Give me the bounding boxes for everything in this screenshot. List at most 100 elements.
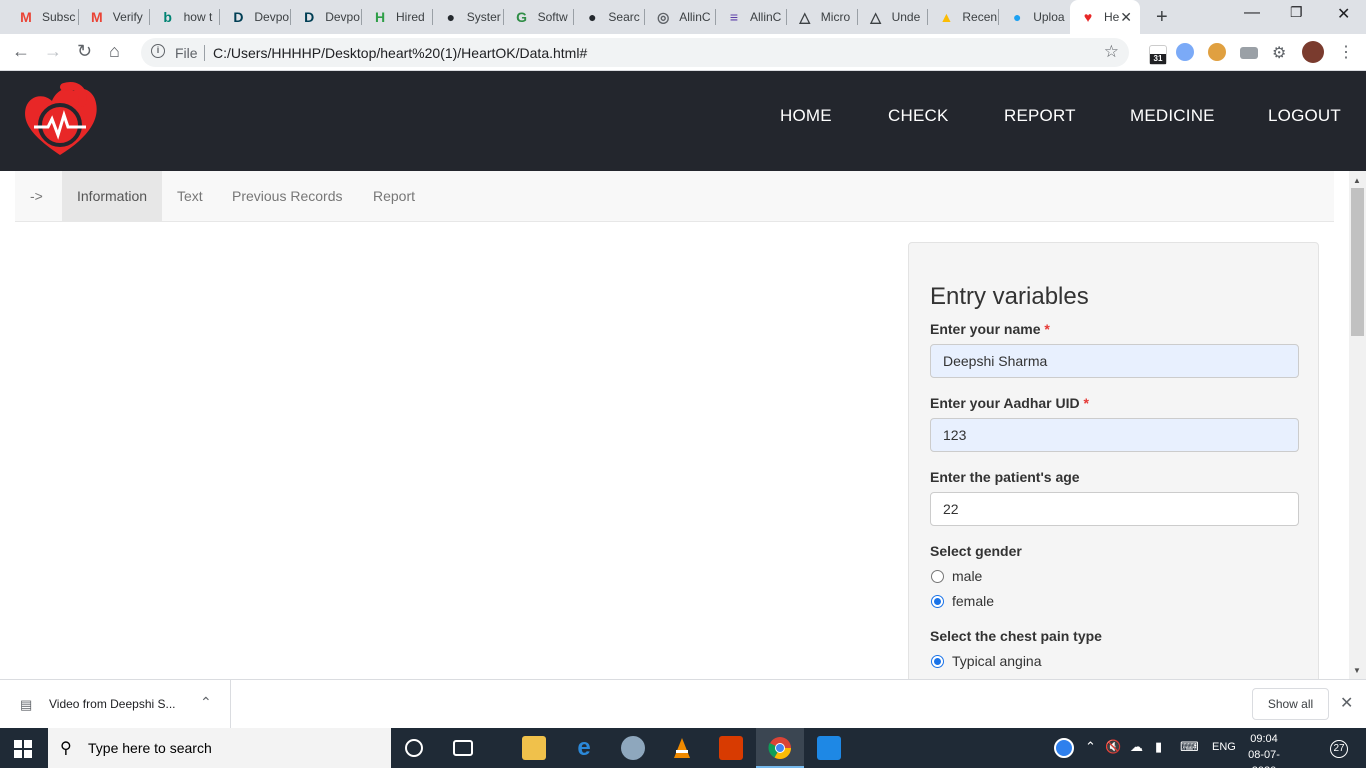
scrollbar-thumb[interactable]	[1351, 188, 1364, 336]
aadhar-uid-input[interactable]	[930, 418, 1299, 452]
windows-start-icon[interactable]	[14, 740, 32, 758]
browser-tab[interactable]: D Devpo	[220, 0, 292, 34]
vlc-icon[interactable]	[670, 736, 694, 760]
browser-tab[interactable]: b how t	[150, 0, 221, 34]
tab-previous-records[interactable]: Previous Records	[217, 171, 358, 221]
browser-tab[interactable]: △ Micro	[787, 0, 858, 34]
battery-icon[interactable]: ▮	[1155, 739, 1162, 755]
wps-office-icon[interactable]	[817, 736, 841, 760]
browser-tab[interactable]: M Subsc	[8, 0, 79, 34]
address-bar[interactable]: i File C:/Users/HHHHP/Desktop/heart%20(1…	[141, 38, 1129, 67]
site-info-icon[interactable]: i	[151, 44, 165, 58]
browser-tab-title: Subsc	[42, 10, 76, 24]
entry-variables-panel: Entry variables Enter your name * Enter …	[908, 242, 1319, 692]
nav-logout[interactable]: LOGOUT	[1268, 106, 1341, 126]
devpost-icon: D	[233, 9, 244, 25]
browser-tab-title: Searc	[608, 10, 640, 24]
browser-tab-title: Recen	[962, 10, 998, 24]
browser-tab[interactable]: ● Searc	[574, 0, 646, 34]
forward-icon[interactable]: →	[44, 41, 62, 62]
scroll-down-icon[interactable]: ▼	[1353, 666, 1361, 675]
nav-report[interactable]: REPORT	[1004, 106, 1076, 126]
gender-option-male[interactable]: male	[931, 568, 982, 584]
extensions-puzzle-icon[interactable]: ⚙	[1272, 43, 1290, 62]
cookie-extension-icon[interactable]	[1208, 43, 1226, 61]
download-item[interactable]: ▤ Video from Deepshi S... ⌃	[0, 680, 231, 728]
extension-globe-icon[interactable]	[1176, 43, 1194, 61]
task-view-icon[interactable]	[453, 740, 473, 756]
nav-check[interactable]: CHECK	[888, 106, 949, 126]
close-window-icon[interactable]: ✕	[1337, 4, 1350, 24]
bookmark-star-icon[interactable]: ☆	[1104, 42, 1119, 62]
chrome-menu-icon[interactable]: ⋮	[1338, 42, 1356, 61]
browser-tab[interactable]: H Hired	[362, 0, 433, 34]
cortana-icon[interactable]	[405, 739, 423, 757]
onedrive-icon[interactable]: ☁	[1130, 739, 1143, 755]
close-tab-icon[interactable]: ✕	[1120, 9, 1132, 26]
minimize-icon[interactable]: —	[1244, 4, 1260, 22]
edge-browser-icon[interactable]: e	[572, 736, 596, 760]
browser-tab[interactable]: ◎ AllinC	[645, 0, 716, 34]
chevron-up-icon[interactable]: ⌃	[200, 694, 212, 711]
tab-text[interactable]: Text	[162, 171, 218, 221]
url-text[interactable]: C:/Users/HHHHP/Desktop/heart%20(1)/Heart…	[213, 45, 587, 61]
site-header: HOME CHECK REPORT MEDICINE LOGOUT	[0, 71, 1366, 171]
geeksforgeeks-icon: G	[516, 9, 528, 25]
office-icon[interactable]	[719, 736, 743, 760]
browser-tab[interactable]: ▲ Recen	[928, 0, 1000, 34]
tab-information[interactable]: Information	[62, 171, 162, 221]
file-explorer-icon[interactable]	[522, 736, 546, 760]
browser-tab[interactable]: G Softw	[504, 0, 575, 34]
radio-typical-angina[interactable]	[931, 654, 944, 668]
help-icon[interactable]	[1054, 738, 1074, 758]
download-bar: ▤ Video from Deepshi S... ⌃ Show all ✕	[0, 679, 1366, 728]
browser-tab[interactable]: M Verify	[79, 0, 150, 34]
taskbar-search-placeholder: Type here to search	[88, 740, 212, 756]
name-label-text: Enter your name	[930, 321, 1041, 337]
calendar-extension-icon[interactable]: 31	[1149, 45, 1167, 65]
home-icon[interactable]: ⌂	[109, 41, 120, 62]
chest-pain-option-typical-angina[interactable]: Typical angina	[931, 653, 1042, 669]
browser-tab[interactable]: ♥ He ✕	[1070, 0, 1140, 34]
radio-female[interactable]	[931, 594, 944, 608]
scroll-up-icon[interactable]: ▲	[1353, 176, 1361, 185]
browser-tab-title: Unde	[891, 10, 921, 24]
browser-tab[interactable]: ● Uploa	[999, 0, 1070, 34]
tab-report[interactable]: Report	[358, 171, 430, 221]
globe-icon: ◎	[657, 8, 670, 25]
notification-center-icon[interactable]: 27	[1324, 738, 1348, 758]
heart-logo-icon[interactable]	[20, 81, 100, 166]
radio-male[interactable]	[931, 569, 944, 583]
volume-muted-icon[interactable]: 🔇	[1105, 739, 1121, 755]
browser-tab[interactable]: D Devpo	[291, 0, 362, 34]
keyboard-icon[interactable]: ⌨	[1180, 739, 1199, 755]
required-mark: *	[1044, 321, 1050, 337]
radio-male-label: male	[952, 568, 983, 584]
maximize-icon[interactable]: ❐	[1290, 4, 1303, 21]
tray-chevron-up-icon[interactable]: ⌃	[1085, 739, 1096, 755]
show-all-button[interactable]: Show all	[1252, 688, 1329, 720]
nav-medicine[interactable]: MEDICINE	[1130, 106, 1215, 126]
taskbar-search[interactable]: ⚲ Type here to search	[48, 728, 391, 768]
taskbar-clock[interactable]: 09:04 08-07-2020	[1238, 731, 1290, 779]
close-download-bar-icon[interactable]: ✕	[1340, 693, 1353, 713]
profile-avatar[interactable]	[1302, 41, 1324, 63]
browser-tab[interactable]: △ Unde	[858, 0, 929, 34]
analytics-extension-icon[interactable]	[1240, 47, 1258, 59]
chrome-icon[interactable]	[768, 736, 792, 760]
language-indicator[interactable]: ENG	[1212, 741, 1236, 753]
back-icon[interactable]: ←	[12, 41, 30, 62]
browser-tab[interactable]: ● Syster	[433, 0, 504, 34]
r-app-icon[interactable]	[621, 736, 645, 760]
age-label: Enter the patient's age	[930, 469, 1080, 485]
browser-tab[interactable]: ≡ AllinC	[716, 0, 787, 34]
age-input[interactable]	[930, 492, 1299, 526]
gender-option-female[interactable]: female	[931, 593, 994, 609]
download-filename[interactable]: Video from Deepshi S...	[49, 697, 176, 711]
bing-icon: b	[163, 9, 172, 25]
nav-home[interactable]: HOME	[780, 106, 832, 126]
tab-arrow[interactable]: ->	[15, 171, 58, 221]
new-tab-button[interactable]: +	[1156, 6, 1168, 29]
reload-icon[interactable]: ↻	[77, 41, 92, 62]
name-input[interactable]	[930, 344, 1299, 378]
